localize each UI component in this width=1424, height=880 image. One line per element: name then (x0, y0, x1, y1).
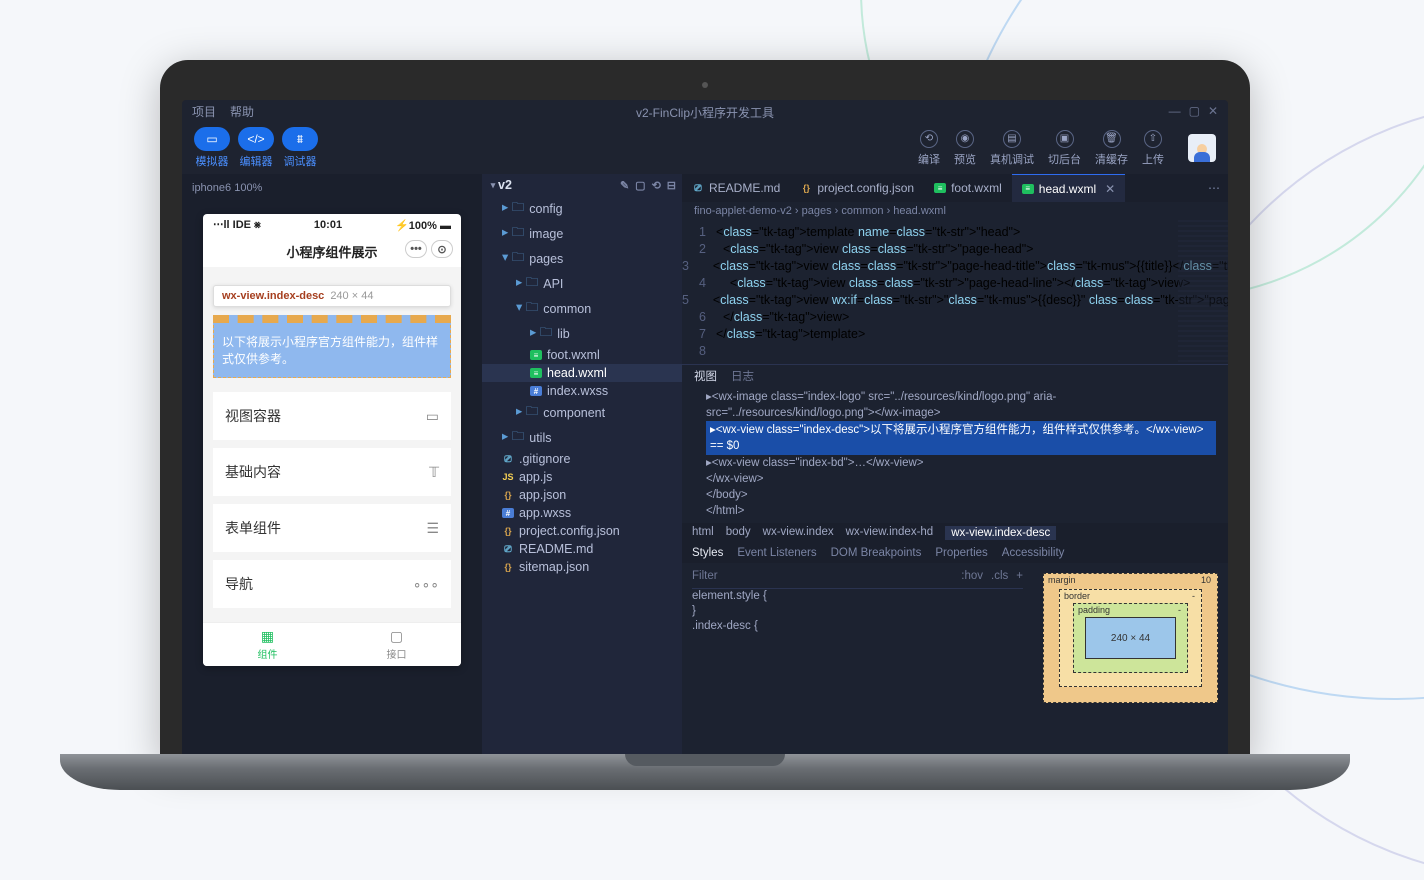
explorer-item[interactable]: # index.wxss (482, 382, 682, 400)
capsule-menu-icon[interactable]: ••• (405, 240, 427, 258)
explorer-item[interactable]: ▾ 🗀 pages (482, 246, 682, 271)
new-folder-icon[interactable]: ▢ (635, 179, 645, 192)
explorer-item[interactable]: {} project.config.json (482, 522, 682, 540)
breadcrumb[interactable]: fino-applet-demo-v2 › pages › common › h… (682, 202, 1228, 220)
explorer-item[interactable]: {} sitemap.json (482, 558, 682, 576)
action-background[interactable]: ▣切后台 (1048, 130, 1081, 167)
crumb[interactable]: body (726, 526, 751, 540)
action-remote-debug[interactable]: ▤真机调试 (990, 130, 1034, 167)
window-close-icon[interactable]: ✕ (1208, 104, 1218, 118)
list-item[interactable]: 基础内容𝕋 (213, 448, 451, 496)
devtools-subtabs: Styles Event Listeners DOM Breakpoints Prop… (682, 543, 1228, 563)
highlighted-element[interactable]: 以下将展示小程序官方组件能力，组件样式仅供参考。 (213, 315, 451, 378)
list-item[interactable]: 视图容器▭ (213, 392, 451, 440)
list-item[interactable]: 导航∘∘∘ (213, 560, 451, 608)
new-file-icon[interactable]: ✎ (620, 179, 629, 192)
tab-overflow-icon[interactable]: ⋯ (1200, 181, 1228, 195)
list-item[interactable]: 表单组件☰ (213, 504, 451, 552)
explorer-item[interactable]: ▸ 🗀 API (482, 271, 682, 296)
action-preview[interactable]: ◉预览 (954, 130, 976, 167)
mode-debugger-button[interactable]: ⩩ (282, 127, 318, 151)
phone-status-battery: ⚡100% ▬ (395, 219, 451, 232)
ide-window: v2-FinClip小程序开发工具 项目 帮助 — ▢ ✕ ▭模拟器 </>编辑… (182, 100, 1228, 760)
devtools-subtab[interactable]: DOM Breakpoints (831, 547, 922, 559)
minimap[interactable] (1178, 220, 1228, 364)
explorer-item[interactable]: ⎚ README.md (482, 540, 682, 558)
devtools-tab-view[interactable]: 视图 (694, 368, 717, 384)
avatar[interactable] (1188, 134, 1216, 162)
menu-project[interactable]: 项目 (192, 103, 216, 120)
editor-tab[interactable]: ≡ foot.wxml (924, 174, 1012, 202)
inspector-tooltip: wx-view.index-desc 240 × 44 (213, 285, 451, 307)
dom-breadcrumb[interactable]: html body wx-view.index wx-view.index-hd wx-… (682, 523, 1228, 543)
camera-dot (702, 82, 708, 88)
crumb[interactable]: html (692, 526, 714, 540)
styles-hov[interactable]: :hov (961, 569, 983, 584)
action-clear-cache[interactable]: 🗑清缓存 (1095, 130, 1128, 167)
phone-page-title: 小程序组件展示 (286, 245, 377, 260)
capsule-close-icon[interactable]: ⊙ (431, 240, 453, 258)
crumb[interactable]: wx-view.index (763, 526, 834, 540)
devtools-subtab[interactable]: Event Listeners (737, 547, 816, 559)
refresh-icon[interactable]: ⟲ (652, 179, 661, 192)
dom-tree[interactable]: ▸<wx-image class="index-logo" src="../re… (682, 387, 1228, 523)
editor-tab[interactable]: ⎚ README.md (682, 174, 790, 202)
explorer-item[interactable]: # app.wxss (482, 504, 682, 522)
simulator-device-label[interactable]: iphone6 100% (192, 180, 472, 202)
window-min-icon[interactable]: — (1169, 104, 1181, 118)
explorer-item[interactable]: JS app.js (482, 468, 682, 486)
devtools-tab-log[interactable]: 日志 (731, 368, 754, 384)
laptop-base (60, 754, 1350, 790)
mode-simulator-button[interactable]: ▭ (194, 127, 230, 151)
devtools-pane: 视图 日志 ▸<wx-image class="index-logo" src=… (682, 364, 1228, 704)
explorer-item[interactable]: {} app.json (482, 486, 682, 504)
explorer-item[interactable]: ▸ 🗀 component (482, 400, 682, 425)
menu-help[interactable]: 帮助 (230, 103, 254, 120)
explorer-root[interactable]: v2 (498, 178, 512, 192)
styles-add[interactable]: + (1016, 569, 1023, 584)
explorer-item[interactable]: ▸ 🗀 config (482, 196, 682, 221)
crumb[interactable]: wx-view.index-desc (945, 526, 1056, 540)
laptop-frame: v2-FinClip小程序开发工具 项目 帮助 — ▢ ✕ ▭模拟器 </>编辑… (160, 60, 1250, 780)
explorer-item[interactable]: ▾ 🗀 common (482, 296, 682, 321)
phone-status-time: 10:01 (261, 219, 395, 231)
explorer-item[interactable]: ≡ head.wxml (482, 364, 682, 382)
crumb[interactable]: wx-view.index-hd (846, 526, 934, 540)
styles-filter-input[interactable]: Filter (692, 569, 718, 584)
window-max-icon[interactable]: ▢ (1189, 104, 1200, 118)
code-editor[interactable]: 1<class="tk-tag">template name=class="tk… (682, 220, 1228, 364)
devtools-subtab[interactable]: Accessibility (1002, 547, 1065, 559)
phone-tab-api[interactable]: ▢接口 (332, 623, 461, 666)
action-upload[interactable]: ⇧上传 (1142, 130, 1164, 167)
menu-bar: 项目 帮助 — ▢ ✕ (182, 100, 1228, 122)
top-toolbar: ▭模拟器 </>编辑器 ⩩调试器 ⟲编译 ◉预览 ▤真机调试 ▣切后台 🗑清缓存… (182, 122, 1228, 174)
close-icon[interactable]: ✕ (1105, 182, 1115, 196)
devtools-subtab[interactable]: Styles (692, 547, 723, 559)
mode-editor-button[interactable]: </> (238, 127, 274, 151)
file-explorer: ▾ v2 ✎ ▢ ⟲ ⊟ ▸ 🗀 config▸ 🗀 image▾ 🗀 page… (482, 174, 682, 760)
explorer-item[interactable]: ▸ 🗀 lib (482, 321, 682, 346)
explorer-item[interactable]: ⎚ .gitignore (482, 450, 682, 468)
editor-area: ⎚ README.md{} project.config.json≡ foot.… (682, 174, 1228, 760)
action-compile[interactable]: ⟲编译 (918, 130, 940, 167)
styles-cls[interactable]: .cls (991, 569, 1008, 584)
editor-tabs: ⎚ README.md{} project.config.json≡ foot.… (682, 174, 1228, 202)
editor-tab[interactable]: ≡ head.wxml✕ (1012, 174, 1125, 202)
explorer-item[interactable]: ▸ 🗀 utils (482, 425, 682, 450)
phone-status-signal: ⋅⋅⋅ll IDE ⨳ (213, 218, 261, 232)
collapse-icon[interactable]: ⊟ (667, 179, 676, 192)
editor-tab[interactable]: {} project.config.json (790, 174, 924, 202)
devtools-subtab[interactable]: Properties (935, 547, 987, 559)
explorer-item[interactable]: ▸ 🗀 image (482, 221, 682, 246)
box-model: margin10 border- padding- 240 × 44 (1043, 573, 1218, 703)
phone-tab-components[interactable]: ▦组件 (203, 623, 332, 666)
simulator-panel: iphone6 100% ⋅⋅⋅ll IDE ⨳ 10:01 ⚡100% ▬ 小… (182, 174, 482, 760)
phone-frame: ⋅⋅⋅ll IDE ⨳ 10:01 ⚡100% ▬ 小程序组件展示 ••• ⊙ (203, 214, 461, 666)
explorer-item[interactable]: ≡ foot.wxml (482, 346, 682, 364)
styles-rules[interactable]: element.style {}.index-desc { </div><div… (692, 589, 1023, 634)
